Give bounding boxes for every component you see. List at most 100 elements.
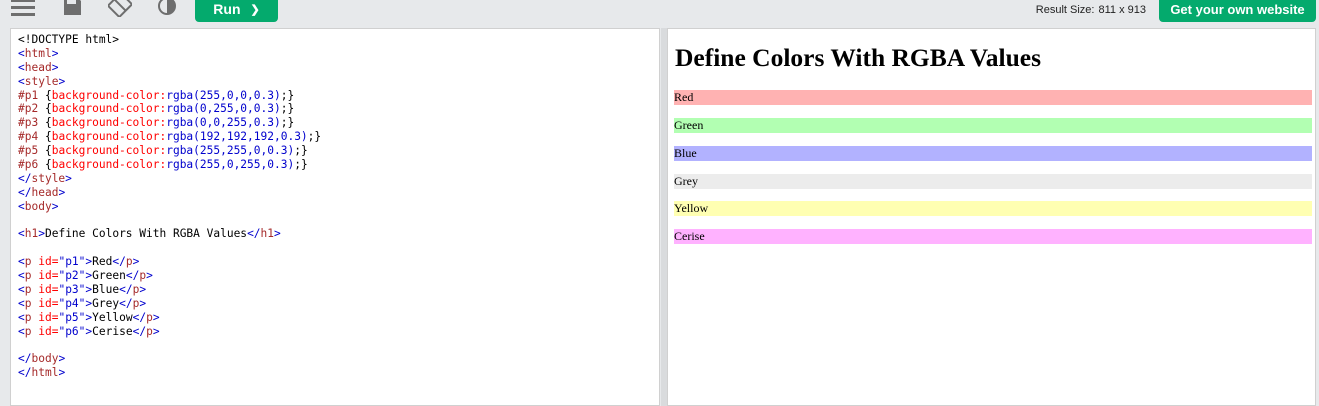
code-token: < xyxy=(18,255,25,269)
code-token: Blue xyxy=(92,283,120,297)
code-line: #p6 {background-color:rgba(255,0,255,0.3… xyxy=(18,158,659,172)
toolbar: Run ❯ Result Size: 811 x 913 Get your ow… xyxy=(0,0,1319,26)
code-line: <h1>Define Colors With RGBA Values</h1> xyxy=(18,227,659,241)
code-line: #p1 {background-color:rgba(255,0,0,0.3);… xyxy=(18,89,659,103)
code-token: > xyxy=(139,283,147,297)
code-token: </ xyxy=(112,255,126,269)
code-token: { xyxy=(44,130,52,144)
code-token: > xyxy=(65,171,72,185)
code-token: ;} xyxy=(294,144,308,158)
code-token: < xyxy=(18,227,25,241)
code-token: > xyxy=(51,46,59,60)
run-button[interactable]: Run ❯ xyxy=(195,0,278,22)
get-website-button[interactable]: Get your own website xyxy=(1159,0,1316,22)
code-token: > xyxy=(146,269,153,283)
code-token: </ xyxy=(125,269,140,283)
code-token: Green xyxy=(92,269,126,283)
code-token: p xyxy=(24,269,32,283)
code-line: </body> xyxy=(18,352,659,366)
code-token: > xyxy=(152,310,160,324)
code-token: > xyxy=(139,296,147,310)
code-token: head xyxy=(31,185,59,199)
code-token: p xyxy=(146,324,153,338)
run-button-label: Run xyxy=(213,1,241,17)
code-line: #p3 {background-color:rgba(0,0,255,0.3);… xyxy=(18,116,659,130)
code-token: background-color: xyxy=(51,158,167,172)
code-line: <p id="p6">Cerise</p> xyxy=(18,325,659,339)
code-line: <head> xyxy=(18,61,659,75)
code-line: <p id="p5">Yellow</p> xyxy=(18,311,659,325)
code-token: html xyxy=(24,46,52,60)
code-token: { xyxy=(44,158,52,172)
result-size-value: 811 x 913 xyxy=(1098,4,1146,16)
code-token: p xyxy=(24,255,32,269)
code-token: > xyxy=(51,60,59,74)
result-pane: Define Colors With RGBA Values Red Green B… xyxy=(667,28,1316,406)
code-token: background-color: xyxy=(51,144,167,158)
code-token: body xyxy=(31,352,59,366)
code-editor[interactable]: <!DOCTYPE html> <html> <head> <style> #p1 {b… xyxy=(10,28,660,406)
code-token: #p3 xyxy=(18,116,45,130)
menu-icon[interactable] xyxy=(10,0,36,17)
code-token: id= xyxy=(31,324,59,338)
result-size: Result Size: 811 x 913 xyxy=(1036,0,1146,20)
code-token: #p4 xyxy=(18,130,45,144)
code-line: #p5 {background-color:rgba(255,255,0,0.3… xyxy=(18,144,659,158)
code-line: #p2 {background-color:rgba(0,255,0,0.3);… xyxy=(18,102,659,116)
code-token: background-color: xyxy=(51,130,167,144)
chevron-right-icon: ❯ xyxy=(250,3,260,16)
code-token: </ xyxy=(119,296,133,310)
code-token: h1 xyxy=(24,227,39,241)
code-token: rgba(0,0,255,0.3) xyxy=(166,116,281,130)
code-token: "p1" xyxy=(58,255,86,269)
result-paragraph-grey: Grey xyxy=(674,174,1312,189)
code-token: < xyxy=(18,46,25,60)
contrast-icon[interactable] xyxy=(157,0,177,17)
result-size-label: Result Size: xyxy=(1035,4,1095,16)
code-token: rgba(192,192,192,0.3) xyxy=(166,130,308,144)
code-line: <html> xyxy=(18,47,659,61)
code-token: </ xyxy=(18,352,32,366)
code-line: </head> xyxy=(18,186,659,200)
code-token: <!DOCTYPE html> xyxy=(18,33,120,46)
code-token: p xyxy=(125,255,133,269)
code-token: < xyxy=(18,310,25,324)
code-line: <p id="p1">Red</p> xyxy=(18,255,659,269)
code-token: ;} xyxy=(307,130,322,144)
code-token: ;} xyxy=(294,158,308,172)
code-token: p xyxy=(24,283,32,297)
code-line: <p id="p4">Grey</p> xyxy=(18,297,659,311)
code-token: #p1 xyxy=(18,88,45,102)
code-token: { xyxy=(44,102,52,116)
code-token: id= xyxy=(31,310,59,324)
code-token: "p3" xyxy=(58,283,86,297)
code-token: h1 xyxy=(260,227,275,241)
code-token: rgba(0,255,0,0.3) xyxy=(166,102,281,116)
code-token: > xyxy=(58,352,66,366)
code-token: </ xyxy=(18,171,32,185)
code-line: <style> xyxy=(18,75,659,89)
code-token: </ xyxy=(18,366,32,380)
code-token: Define Colors With RGBA Values xyxy=(44,227,248,241)
code-token: < xyxy=(18,283,25,297)
code-token: id= xyxy=(31,255,59,269)
code-token: body xyxy=(24,199,52,213)
code-token: "p2" xyxy=(58,269,86,283)
code-token: > xyxy=(38,227,45,241)
code-token: Cerise xyxy=(92,324,133,338)
code-token: < xyxy=(18,269,25,283)
save-icon[interactable] xyxy=(62,0,82,17)
code-token: #p5 xyxy=(18,144,45,158)
rotate-icon[interactable] xyxy=(108,0,132,17)
code-token: </ xyxy=(132,324,147,338)
code-token: ;} xyxy=(280,102,295,116)
result-paragraph-yellow: Yellow xyxy=(674,201,1312,216)
code-token: ;} xyxy=(280,116,295,130)
code-token: rgba(255,0,255,0.3) xyxy=(166,158,295,172)
code-token: < xyxy=(18,60,25,74)
code-token: rgba(255,255,0,0.3) xyxy=(166,144,295,158)
result-heading: Define Colors With RGBA Values xyxy=(675,43,1042,72)
code-token: rgba(255,0,0,0.3) xyxy=(166,88,281,102)
